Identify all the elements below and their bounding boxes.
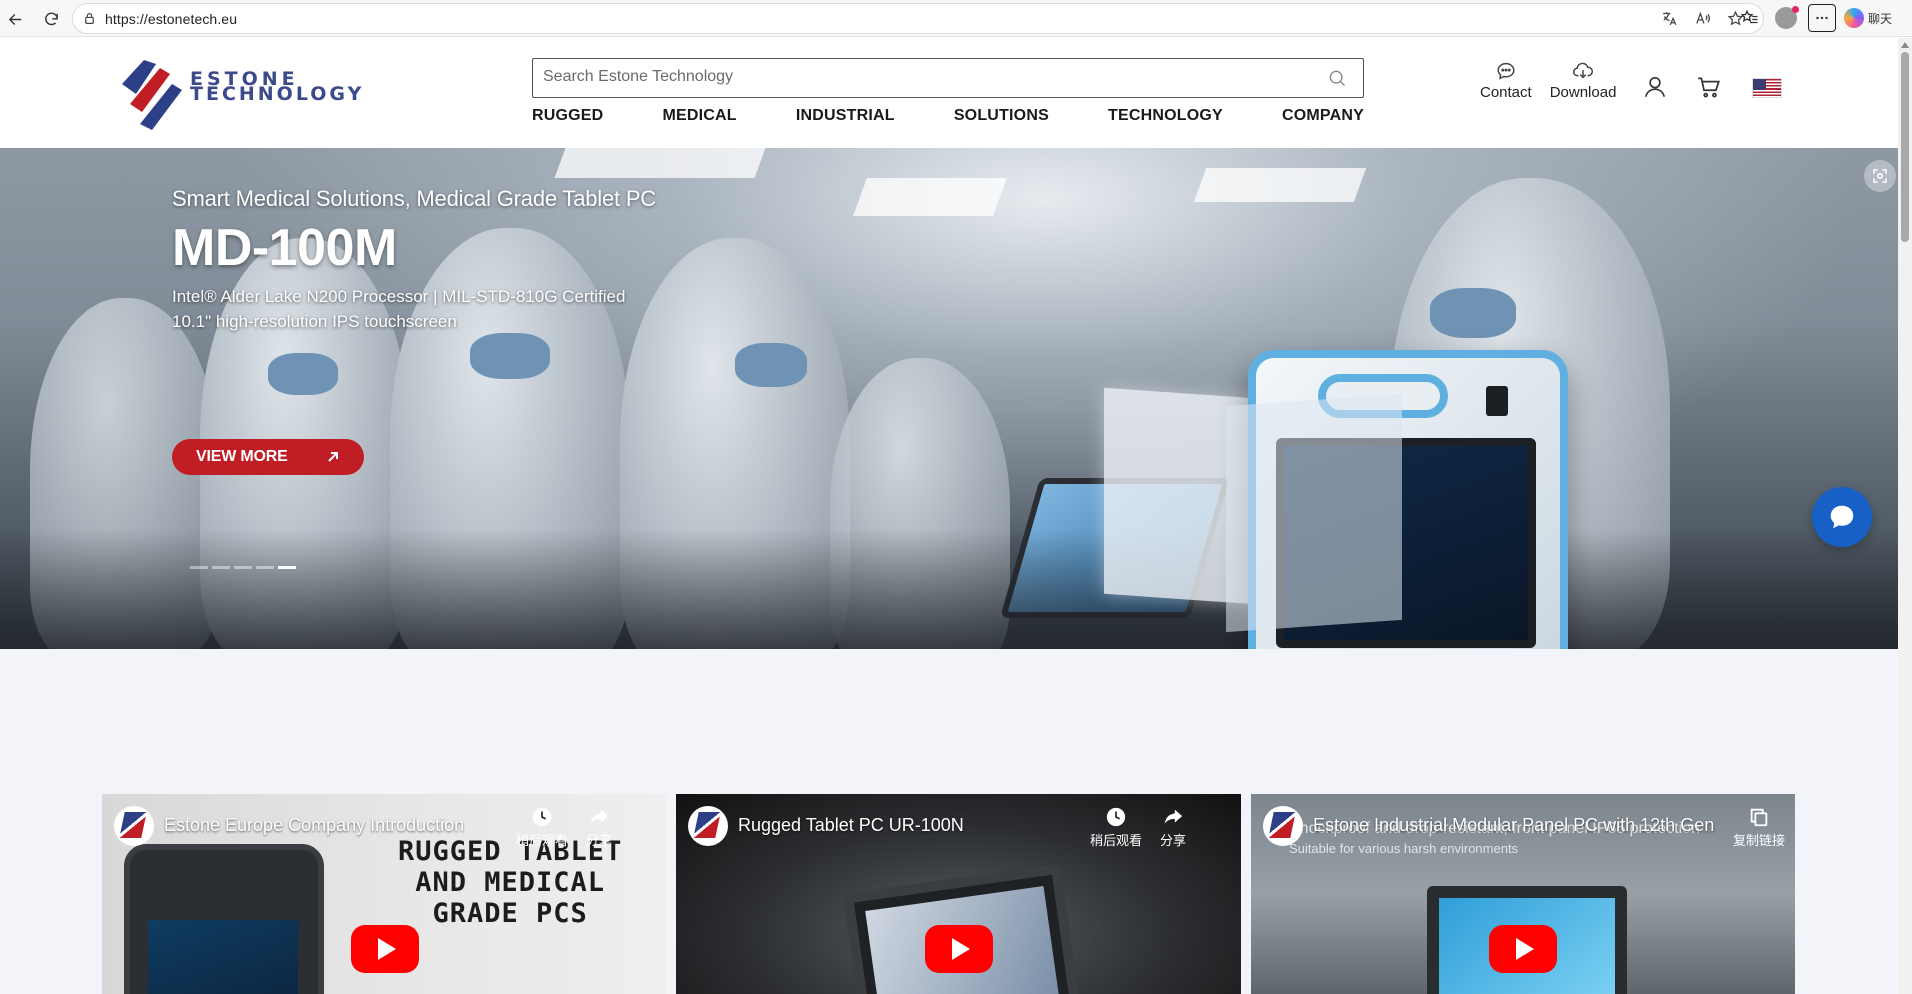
youtube-play-button[interactable] <box>350 925 419 973</box>
search-input[interactable] <box>543 59 1303 95</box>
channel-avatar[interactable] <box>1263 806 1303 846</box>
live-chat-button[interactable] <box>1812 487 1872 547</box>
download-button[interactable]: Download <box>1549 60 1617 101</box>
watch-later-button[interactable]: 稍后观看 <box>516 806 568 849</box>
copilot-icon <box>1844 8 1864 28</box>
cloud-download-icon <box>1572 62 1594 79</box>
hero-subtitle: Smart Medical Solutions, Medical Grade T… <box>172 186 656 211</box>
hero-title: MD-100M <box>172 219 397 277</box>
brand-logo[interactable]: ESTONE TECHNOLOGY <box>116 54 396 130</box>
scrollbar-thumb[interactable] <box>1901 52 1909 242</box>
clock-icon <box>1106 807 1126 827</box>
share-button[interactable]: 分享 <box>586 806 612 849</box>
browser-toolbar: https://estonetech.eu 聊天 <box>0 0 1912 37</box>
nav-rugged[interactable]: RUGGED <box>532 107 603 125</box>
contact-button[interactable]: Contact <box>1480 60 1532 101</box>
tablet-camera <box>1486 386 1508 416</box>
youtube-play-button[interactable] <box>1489 925 1557 973</box>
nav-company[interactable]: COMPANY <box>1282 107 1364 125</box>
download-label: Download <box>1549 84 1617 101</box>
copy-link-button[interactable]: 复制链接 <box>1733 806 1785 849</box>
profile-avatar[interactable] <box>1772 4 1800 32</box>
copilot-button[interactable]: 聊天 <box>1844 8 1892 28</box>
url-text[interactable]: https://estonetech.eu <box>105 11 237 27</box>
chat-icon <box>1830 505 1854 529</box>
video-card-ur100n[interactable]: Rugged Tablet PC UR-100N 稍后观看 分享 <box>676 794 1241 994</box>
hero-bg-mask <box>470 333 550 379</box>
hero-banner: Smart Medical Solutions, Medical Grade T… <box>0 148 1898 649</box>
search-box[interactable] <box>532 58 1364 98</box>
search-icon[interactable] <box>1327 68 1347 88</box>
view-more-button[interactable]: VIEW MORE <box>172 439 364 475</box>
user-account-icon[interactable] <box>1642 74 1668 100</box>
shopping-cart-icon[interactable] <box>1696 74 1722 100</box>
back-arrow-icon[interactable] <box>2 6 28 32</box>
hero-spec-line: 10.1" high-resolution IPS touchscreen <box>172 312 457 331</box>
chat-bubble-icon <box>1497 62 1515 80</box>
main-nav: RUGGED MEDICAL INDUSTRIAL SOLUTIONS TECH… <box>532 107 1364 125</box>
channel-avatar[interactable] <box>688 806 728 846</box>
us-flag-language-icon[interactable] <box>1752 78 1783 98</box>
slider-dot[interactable] <box>234 566 252 569</box>
hero-spec-line: Intel® Alder Lake N200 Processor | MIL-S… <box>172 287 626 306</box>
video-card-modular-panel-pc[interactable]: Shockproof and drop-resistant, front pan… <box>1251 794 1795 994</box>
hero-glass-panel <box>1226 393 1402 633</box>
view-more-label: VIEW MORE <box>196 448 288 465</box>
more-menu-icon[interactable] <box>1808 4 1836 32</box>
address-bar[interactable]: https://estonetech.eu <box>72 3 1764 34</box>
video-card-company-intro[interactable]: RUGGED TABLET AND MEDICAL GRADE PCS Esto… <box>102 794 667 994</box>
hero-bg-floor <box>0 529 1898 649</box>
hero-bg-mask <box>735 343 807 387</box>
slider-dot[interactable] <box>256 566 274 569</box>
brand-wordmark: ESTONE TECHNOLOGY <box>190 68 365 105</box>
read-aloud-icon[interactable] <box>1693 9 1712 28</box>
fullscreen-icon[interactable] <box>1864 160 1896 192</box>
nav-solutions[interactable]: SOLUTIONS <box>954 107 1049 125</box>
thumbnail-overlay-subtext: Suitable for various harsh environments <box>1289 841 1519 856</box>
slider-dot[interactable] <box>278 566 296 569</box>
hero-copy: Smart Medical Solutions, Medical Grade T… <box>172 186 656 334</box>
hero-bg-light <box>1193 168 1367 202</box>
nav-medical[interactable]: MEDICAL <box>663 107 737 125</box>
hero-specs: Intel® Alder Lake N200 Processor | MIL-S… <box>172 284 656 334</box>
page-scrollbar[interactable] <box>1898 38 1912 994</box>
copilot-label: 聊天 <box>1868 11 1893 26</box>
contact-label: Contact <box>1480 84 1532 101</box>
scroll-up-arrow-icon[interactable] <box>1901 42 1909 48</box>
translate-icon[interactable] <box>1660 9 1679 28</box>
thumbnail-text: RUGGED TABLET AND MEDICAL GRADE PCS <box>398 836 623 929</box>
youtube-play-button[interactable] <box>924 925 993 973</box>
refresh-icon[interactable] <box>38 6 64 32</box>
slider-dot[interactable] <box>190 566 208 569</box>
hero-bg-light <box>853 178 1007 216</box>
thumbnail-tablet <box>124 844 324 994</box>
hero-bg-light <box>554 148 766 178</box>
estone-logo-icon <box>122 60 182 130</box>
video-title[interactable]: Estone Industrial Modular Panel PC with … <box>1313 815 1714 836</box>
share-arrow-icon <box>590 809 609 824</box>
copy-icon <box>1750 808 1768 827</box>
channel-avatar[interactable] <box>114 806 154 846</box>
hero-bg-mask <box>1430 288 1516 338</box>
clock-icon <box>532 807 552 827</box>
lock-icon <box>85 13 94 24</box>
watch-later-button[interactable]: 稍后观看 <box>1090 806 1142 849</box>
video-title[interactable]: Estone Europe Company Introduction <box>164 815 464 836</box>
arrow-up-right-icon <box>328 452 338 462</box>
nav-industrial[interactable]: INDUSTRIAL <box>796 107 895 125</box>
video-section: RUGGED TABLET AND MEDICAL GRADE PCS Esto… <box>0 649 1898 994</box>
favorites-list-icon[interactable] <box>1736 4 1764 32</box>
share-arrow-icon <box>1164 809 1183 824</box>
share-button[interactable]: 分享 <box>1160 806 1186 849</box>
slider-dots <box>190 566 296 569</box>
video-title[interactable]: Rugged Tablet PC UR-100N <box>738 815 964 836</box>
nav-technology[interactable]: TECHNOLOGY <box>1108 107 1223 125</box>
hero-bg-mask <box>268 353 338 395</box>
site-header: ESTONE TECHNOLOGY RUGGED MEDICAL INDUSTR… <box>0 38 1898 148</box>
slider-dot[interactable] <box>212 566 230 569</box>
